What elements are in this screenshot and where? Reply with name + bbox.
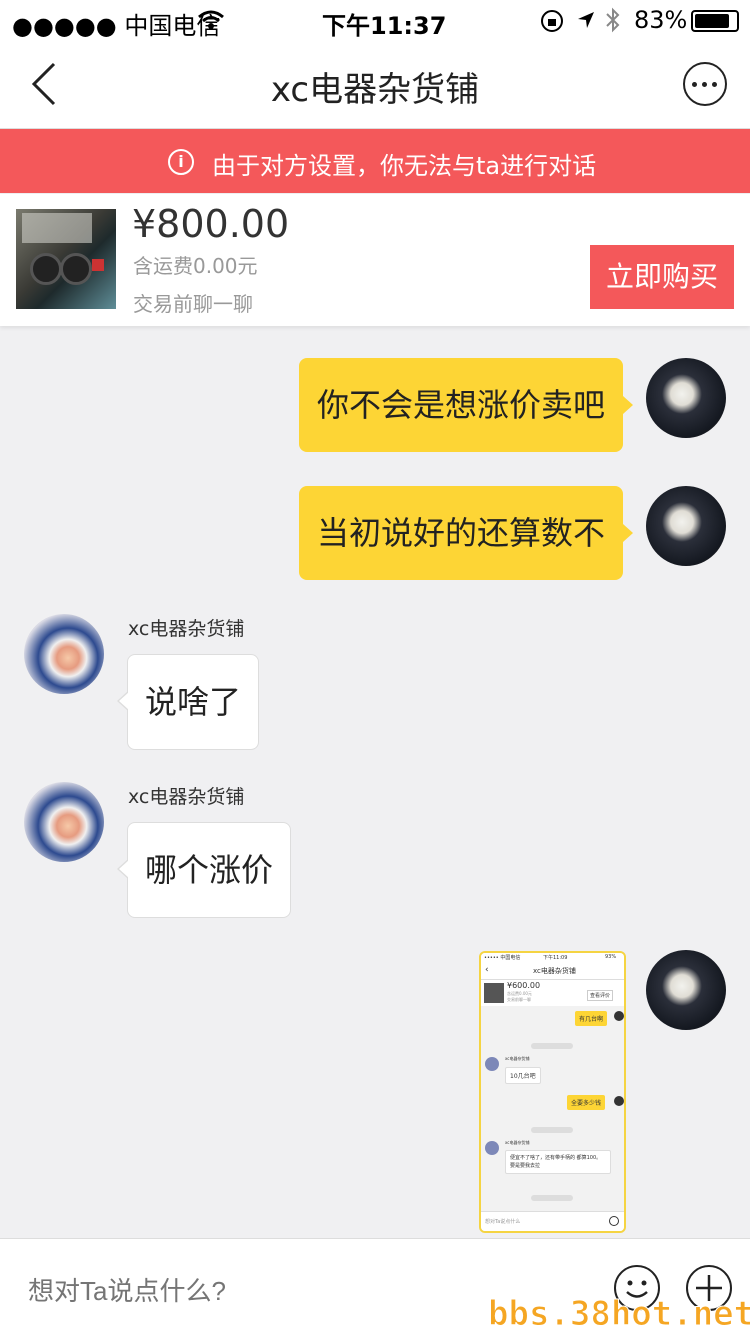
mini-status-time: 下午11:09 — [543, 955, 568, 961]
shop-avatar[interactable] — [24, 782, 104, 862]
my-avatar[interactable] — [646, 486, 726, 566]
status-bar: ●●●●● 中国电信 下午11:37 83% — [0, 0, 750, 40]
mini-shop-avatar — [485, 1057, 499, 1071]
page-title: xc电器杂货铺 — [270, 70, 480, 110]
shop-avatar[interactable] — [24, 614, 104, 694]
mini-shop-bubble: 便宜不了啥了，还有带手柄的 都算100。要是要我去拉 — [505, 1150, 611, 1174]
product-thumbnail[interactable] — [16, 209, 116, 309]
my-message-bubble[interactable]: 当初说好的还算数不 — [298, 486, 634, 580]
battery-icon — [691, 10, 739, 32]
mini-status-carrier: ••••• 中国电信 — [484, 955, 521, 961]
more-icon[interactable] — [683, 62, 727, 106]
mini-price: ¥600.00 — [507, 981, 541, 990]
mini-chat-hint: 交易前聊一聊 — [507, 997, 531, 1002]
shop-message-bubble[interactable]: 哪个涨价 — [116, 822, 292, 918]
mini-emoji-icon — [609, 1216, 619, 1226]
carrier-label: ●●●●● 中国电信 — [12, 12, 221, 40]
clock: 下午11:37 — [322, 12, 447, 40]
mini-shop-bubble: 10几台吧 — [505, 1067, 541, 1084]
chat-hint: 交易前聊一聊 — [133, 292, 253, 316]
sender-name: xc电器杂货铺 — [128, 618, 245, 640]
battery-percent: 83% — [634, 6, 688, 34]
mini-back-icon: ‹ — [485, 965, 489, 975]
product-price: ¥800.00 — [132, 202, 290, 246]
mini-sender: xc电器杂货铺 — [505, 1056, 530, 1061]
mini-shop-avatar — [485, 1141, 499, 1155]
notice-banner: i 由于对方设置，你无法与ta进行对话 — [0, 129, 750, 193]
nav-bar: xc电器杂货铺 — [0, 40, 750, 129]
mini-status-battery: 93% — [605, 954, 617, 960]
buy-now-button[interactable]: 立即购买 — [590, 245, 734, 309]
shop-message-bubble[interactable]: 说啥了 — [116, 654, 260, 750]
notice-text: 由于对方设置，你无法与ta进行对话 — [212, 152, 597, 180]
watermark: bbs.38hot.net — [487, 1294, 750, 1335]
mini-sender: xc电器杂货铺 — [505, 1140, 530, 1145]
info-icon: i — [168, 149, 194, 175]
sender-name: xc电器杂货铺 — [128, 786, 245, 808]
mini-thumb — [484, 983, 504, 1003]
shipping-fee: 含运费0.00元 — [133, 254, 258, 278]
mini-my-bubble: 全要多少钱 — [567, 1095, 606, 1110]
screenshot-image-message[interactable]: ••••• 中国电信 下午11:09 93% ‹ xc电器杂货铺 ¥600.00… — [479, 951, 626, 1233]
mini-my-bubble: 有几台啊 — [575, 1011, 608, 1026]
my-avatar[interactable] — [646, 358, 726, 438]
location-icon — [578, 12, 594, 28]
mini-title: xc电器杂货铺 — [533, 967, 576, 975]
product-card[interactable]: ¥800.00 含运费0.00元 交易前聊一聊 立即购买 — [0, 194, 750, 326]
mini-review-button: 查看评价 — [587, 990, 614, 1001]
rotation-lock-icon — [541, 10, 563, 32]
message-input[interactable] — [26, 1275, 365, 1308]
my-avatar[interactable] — [646, 950, 726, 1030]
bluetooth-icon — [606, 7, 620, 33]
wifi-icon — [198, 10, 224, 29]
my-message-bubble[interactable]: 你不会是想涨价卖吧 — [298, 358, 634, 452]
mini-input: 想对Ta说点什么 — [485, 1219, 521, 1225]
